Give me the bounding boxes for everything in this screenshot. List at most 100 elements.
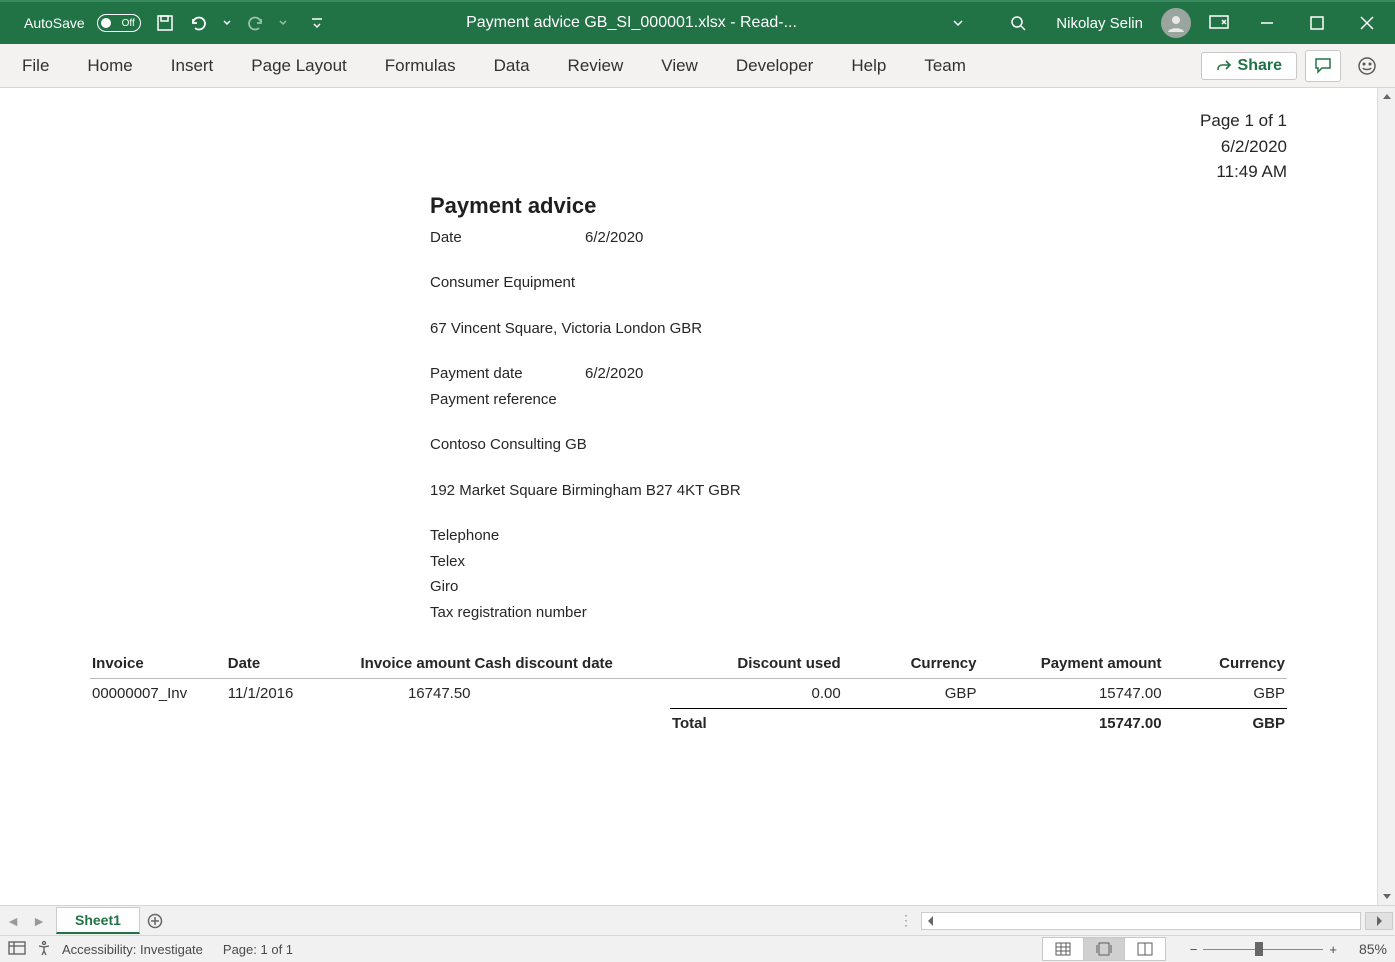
new-sheet-button[interactable] [140, 906, 170, 935]
ribbon: File Home Insert Page Layout Formulas Da… [0, 44, 1395, 88]
tab-help[interactable]: Help [851, 56, 886, 76]
cell-date: 11/1/2016 [226, 679, 325, 709]
telephone-label: Telephone [430, 523, 1287, 549]
statusbar: Accessibility: Investigate Page: 1 of 1 … [0, 935, 1395, 962]
sheet-drag-handle-icon[interactable]: ⋮ [891, 912, 921, 929]
sheet-view-icon[interactable] [8, 941, 26, 958]
cell-inv-amount: 16747.50 [324, 679, 472, 709]
tab-nav-prev-icon[interactable]: ◄ [0, 906, 26, 935]
tab-review[interactable]: Review [568, 56, 624, 76]
th-curr1: Currency [843, 651, 979, 679]
sheet-tab-active[interactable]: Sheet1 [56, 907, 140, 934]
table-row: 00000007_Inv 11/1/2016 16747.50 0.00 GBP… [90, 679, 1287, 709]
hscroll-left-icon[interactable] [922, 913, 940, 929]
view-normal-button[interactable] [1042, 937, 1084, 961]
page-indicator: Page: 1 of 1 [223, 942, 293, 957]
view-page-layout-button[interactable] [1083, 937, 1125, 961]
zoom-in-button[interactable]: + [1329, 942, 1337, 957]
payment-ref-label: Payment reference [430, 387, 1287, 413]
titlebar: AutoSave Off Payment advice GB_SI_000001… [0, 0, 1395, 44]
view-page-break-button[interactable] [1124, 937, 1166, 961]
horizontal-scrollbar[interactable] [921, 912, 1361, 930]
tab-view[interactable]: View [661, 56, 698, 76]
comments-icon[interactable] [1305, 50, 1341, 82]
payment-date-label: Payment date [430, 361, 585, 387]
page-content: Page 1 of 1 6/2/2020 11:49 AM Payment ad… [0, 88, 1377, 905]
cell-cash-disc [473, 679, 670, 709]
sheet-tabs-bar: ◄ ► Sheet1 ⋮ [0, 905, 1395, 935]
date-label: Date [430, 225, 585, 251]
undo-dropdown-icon[interactable] [217, 13, 237, 33]
maximize-icon[interactable] [1307, 13, 1327, 33]
autosave-state: Off [122, 18, 135, 29]
ribbon-tabs: File Home Insert Page Layout Formulas Da… [22, 56, 966, 76]
th-curr2: Currency [1164, 651, 1287, 679]
feedback-smile-icon[interactable] [1349, 50, 1385, 82]
accessibility-label[interactable]: Accessibility: Investigate [62, 942, 203, 957]
total-row: Total 15747.00 GBP [90, 709, 1287, 739]
avatar[interactable] [1161, 8, 1191, 38]
tab-data[interactable]: Data [494, 56, 530, 76]
company-name: Contoso Consulting GB [430, 432, 1287, 458]
scroll-up-icon[interactable] [1378, 88, 1395, 106]
page-number: Page 1 of 1 [90, 108, 1287, 134]
page-date: 6/2/2020 [90, 134, 1287, 160]
cell-curr1: GBP [843, 679, 979, 709]
th-cash-disc: Cash discount date [473, 651, 670, 679]
giro-label: Giro [430, 574, 1287, 600]
vendor-name: Consumer Equipment [430, 270, 1287, 296]
undo-icon[interactable] [189, 13, 209, 33]
telex-label: Telex [430, 549, 1287, 575]
zoom-slider[interactable] [1203, 949, 1323, 950]
total-label: Total [670, 709, 843, 739]
th-inv-amount: Invoice amount [324, 651, 472, 679]
autosave-toggle[interactable]: Off [97, 14, 141, 32]
total-amount: 15747.00 [978, 709, 1163, 739]
redo-icon[interactable] [245, 13, 265, 33]
save-icon[interactable] [155, 13, 175, 33]
cell-invoice: 00000007_Inv [90, 679, 226, 709]
tab-nav-next-icon[interactable]: ► [26, 906, 52, 935]
redo-dropdown-icon[interactable] [273, 13, 293, 33]
vertical-scrollbar[interactable] [1377, 88, 1395, 905]
ribbon-display-icon[interactable] [1209, 13, 1229, 33]
title-dropdown-icon[interactable] [948, 13, 968, 33]
tab-page-layout[interactable]: Page Layout [251, 56, 346, 76]
share-button[interactable]: Share [1201, 52, 1297, 80]
tab-insert[interactable]: Insert [171, 56, 214, 76]
tab-team[interactable]: Team [924, 56, 966, 76]
th-pay-amount: Payment amount [978, 651, 1163, 679]
cell-pay-amount: 15747.00 [978, 679, 1163, 709]
minimize-icon[interactable] [1257, 13, 1277, 33]
invoice-table: Invoice Date Invoice amount Cash discoun… [90, 651, 1287, 738]
tab-file[interactable]: File [22, 56, 49, 76]
qat-customize-icon[interactable] [307, 13, 327, 33]
accessibility-icon[interactable] [36, 940, 52, 959]
company-address: 192 Market Square Birmingham B27 4KT GBR [430, 478, 1287, 504]
window-title: Payment advice GB_SI_000001.xlsx - Read-… [327, 14, 937, 32]
close-icon[interactable] [1357, 13, 1377, 33]
cell-curr2: GBP [1164, 679, 1287, 709]
search-icon[interactable] [1008, 13, 1028, 33]
th-disc-used: Discount used [670, 651, 843, 679]
th-date: Date [226, 651, 325, 679]
autosave-label: AutoSave [24, 15, 85, 31]
scroll-down-icon[interactable] [1378, 887, 1395, 905]
hscroll-right-icon[interactable] [1365, 912, 1393, 930]
user-name[interactable]: Nikolay Selin [1056, 15, 1143, 32]
share-label: Share [1238, 57, 1282, 75]
total-curr: GBP [1164, 709, 1287, 739]
doc-title: Payment advice [430, 193, 1287, 219]
cell-disc-used: 0.00 [670, 679, 843, 709]
tab-formulas[interactable]: Formulas [385, 56, 456, 76]
tab-developer[interactable]: Developer [736, 56, 814, 76]
zoom-percent[interactable]: 85% [1359, 941, 1387, 957]
vendor-address: 67 Vincent Square, Victoria London GBR [430, 316, 1287, 342]
zoom-out-button[interactable]: − [1190, 942, 1198, 957]
tab-home[interactable]: Home [87, 56, 132, 76]
tax-reg-label: Tax registration number [430, 600, 1287, 626]
payment-date-value: 6/2/2020 [585, 361, 643, 387]
page-time: 11:49 AM [90, 159, 1287, 185]
date-value: 6/2/2020 [585, 225, 643, 251]
th-invoice: Invoice [90, 651, 226, 679]
